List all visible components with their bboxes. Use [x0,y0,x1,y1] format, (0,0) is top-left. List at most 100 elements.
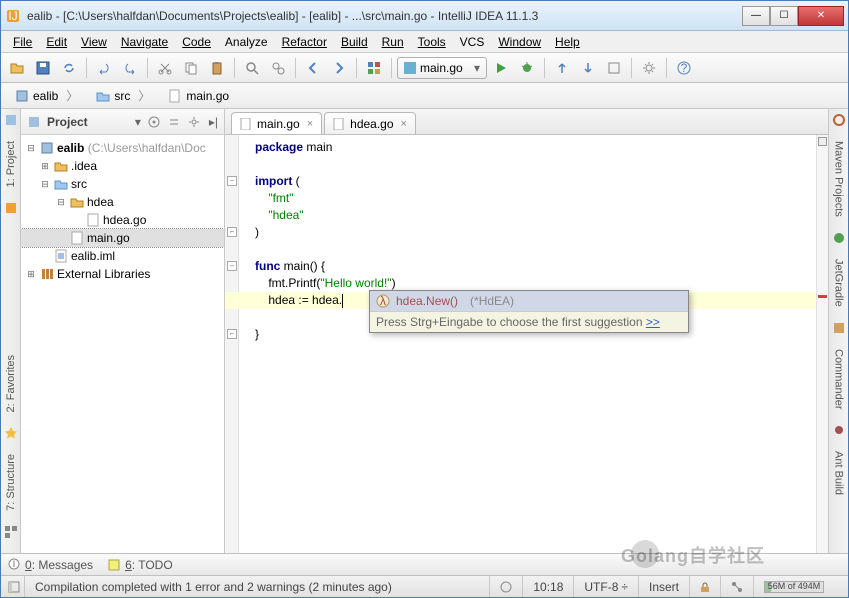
analysis-indicator[interactable] [818,137,827,146]
chevron-down-icon: ▾ [474,61,480,75]
status-encoding[interactable]: UTF-8 ÷ [574,576,639,597]
iml-file-icon [53,248,69,264]
collapse-all-icon[interactable] [167,115,181,129]
paste-button[interactable] [205,56,229,80]
tree-src[interactable]: ⊟ src [21,175,224,193]
tree-idea[interactable]: ⊞ .idea [21,157,224,175]
vcs-commit-button[interactable] [576,56,600,80]
menu-analyze[interactable]: Analyze [219,33,274,51]
tab-hdea-go[interactable]: hdea.go × [324,112,416,134]
replace-button[interactable] [266,56,290,80]
maven-icon[interactable] [832,113,846,127]
status-insert-mode[interactable]: Insert [639,576,690,597]
status-toggle-icon[interactable] [5,576,25,597]
ant-icon[interactable] [832,423,846,437]
menu-view[interactable]: View [75,33,113,51]
tab-main-go[interactable]: main.go × [231,112,322,134]
lock-icon [700,582,710,592]
menu-run[interactable]: Run [376,33,410,51]
help-button[interactable]: ? [672,56,696,80]
text-cursor [342,294,343,308]
main-toolbar: main.go ▾ ? [1,53,848,83]
code-editor[interactable]: package main −import ( "fmt" "hdea" ⌐) −… [225,135,828,553]
editor-tabs: main.go × hdea.go × [225,109,828,135]
menu-code[interactable]: Code [176,33,217,51]
save-button[interactable] [31,56,55,80]
tool-icon[interactable] [4,201,18,215]
minimize-button[interactable]: — [742,6,770,26]
error-marker[interactable] [818,295,827,298]
tool-maven[interactable]: Maven Projects [833,135,845,223]
tree-main-file[interactable]: main.go [21,229,224,247]
autocomplete-hint-link[interactable]: >> [646,315,660,329]
menu-tools[interactable]: Tools [412,33,452,51]
tool-commander[interactable]: Commander [833,343,845,416]
chevron-down-icon[interactable]: ▾ [135,115,141,129]
breadcrumb-src[interactable]: src〉 [88,85,158,106]
tool-favorites[interactable]: 2: Favorites [5,349,17,418]
settings-button[interactable] [637,56,661,80]
settings-icon[interactable] [187,115,201,129]
redo-button[interactable] [118,56,142,80]
bottom-tool-strip: i 0: 0: MessagesMessages 6: TODO [1,553,848,575]
project-tree[interactable]: ⊟ ealib (C:\Users\halfdan\Doc ⊞ .idea ⊟ … [21,135,224,553]
tree-hdea-file[interactable]: hdea.go [21,211,224,229]
breadcrumb-file[interactable]: main.go [160,87,237,105]
make-button[interactable] [362,56,386,80]
menu-refactor[interactable]: Refactor [276,33,333,51]
error-stripe[interactable] [816,135,828,553]
project-icon [27,115,41,129]
hide-icon[interactable]: ▸| [209,115,218,129]
autocomplete-popup[interactable]: λ hdea.New() (*HdEA) Press Strg+Eingabe … [369,290,689,333]
tree-iml[interactable]: ealib.iml [21,247,224,265]
menu-build[interactable]: Build [335,33,374,51]
menu-file[interactable]: File [7,33,38,51]
status-git-icon[interactable] [721,576,754,597]
structure-icon[interactable] [4,525,18,539]
tool-ant[interactable]: Ant Build [833,445,845,501]
autocomplete-item[interactable]: λ hdea.New() (*HdEA) [370,291,688,311]
forward-button[interactable] [327,56,351,80]
undo-button[interactable] [92,56,116,80]
tree-ext-lib[interactable]: ⊞ External Libraries [21,265,224,283]
tool-jetgradle[interactable]: JetGradle [833,253,845,313]
menu-help[interactable]: Help [549,33,586,51]
status-encoding-icon[interactable] [490,576,523,597]
sync-button[interactable] [57,56,81,80]
status-position[interactable]: 10:18 [523,576,574,597]
scroll-from-source-icon[interactable] [147,115,161,129]
tool-project[interactable]: 1: Project [5,135,17,193]
tool-icon[interactable] [4,113,18,127]
debug-button[interactable] [515,56,539,80]
status-message: Compilation completed with 1 error and 2… [25,576,490,597]
breadcrumb-project[interactable]: ealib〉 [7,85,86,106]
vcs-update-button[interactable] [550,56,574,80]
menu-window[interactable]: Window [492,33,547,51]
sidebar-header: Project ▾ ▸| [21,109,224,135]
cut-button[interactable] [153,56,177,80]
find-button[interactable] [240,56,264,80]
tree-hdea-pkg[interactable]: ⊟ hdea [21,193,224,211]
close-tab-icon[interactable]: × [401,118,407,130]
menu-edit[interactable]: Edit [40,33,73,51]
commander-icon[interactable] [832,321,846,335]
menu-navigate[interactable]: Navigate [115,33,174,51]
vcs-history-button[interactable] [602,56,626,80]
menu-vcs[interactable]: VCS [454,33,491,51]
close-button[interactable]: ✕ [798,6,844,26]
star-icon[interactable] [4,426,18,440]
close-tab-icon[interactable]: × [307,118,313,130]
tool-todo[interactable]: 6: TODO [107,558,173,572]
status-lock[interactable] [690,576,721,597]
maximize-button[interactable]: ☐ [770,6,798,26]
run-button[interactable] [489,56,513,80]
tree-root[interactable]: ⊟ ealib (C:\Users\halfdan\Doc [21,139,224,157]
gradle-icon[interactable] [832,231,846,245]
open-button[interactable] [5,56,29,80]
back-button[interactable] [301,56,325,80]
run-config-combo[interactable]: main.go ▾ [397,57,487,79]
copy-button[interactable] [179,56,203,80]
status-memory[interactable]: 56M of 494M [754,576,844,597]
tool-structure[interactable]: 7: Structure [5,448,17,517]
tool-messages[interactable]: i 0: 0: MessagesMessages [7,558,93,572]
